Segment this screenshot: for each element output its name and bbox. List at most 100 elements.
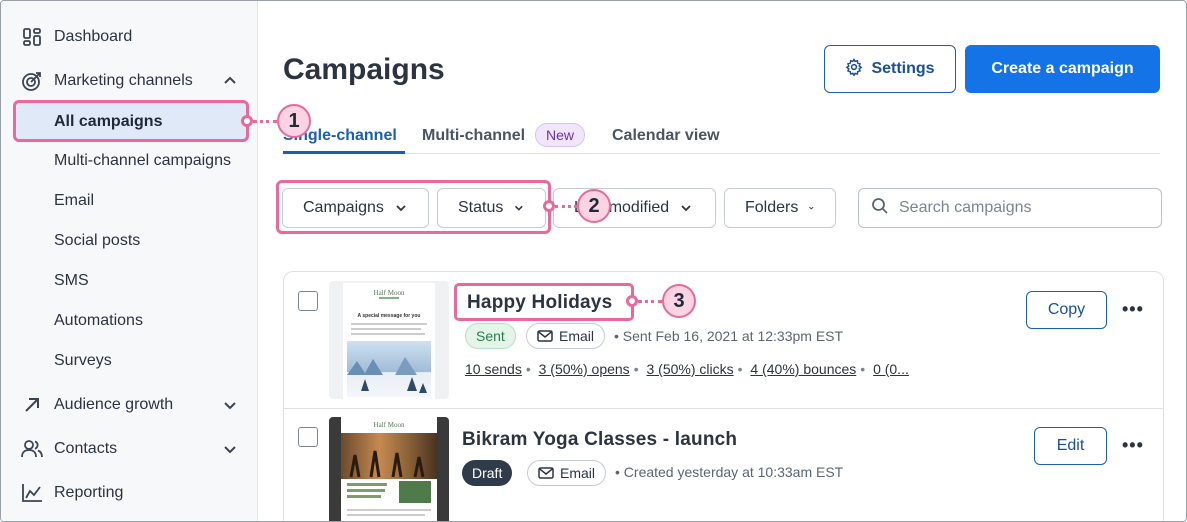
- thumbnail-inset-image: [399, 481, 431, 503]
- sidebar-item-label: Reporting: [54, 484, 124, 501]
- thumbnail-text-line: [347, 489, 385, 492]
- opens-link[interactable]: 3 (50%) opens: [539, 361, 630, 377]
- sidebar-item-multi-channel-campaigns[interactable]: Multi-channel campaigns: [54, 141, 231, 181]
- chevron-down-icon[interactable]: [221, 396, 239, 414]
- campaign-stats: 10 sends • 3 (50%) opens • 3 (50%) clicks •…: [465, 361, 909, 377]
- dashboard-icon: [21, 26, 43, 48]
- chevron-down-icon[interactable]: [221, 440, 239, 458]
- sidebar-item-social-posts[interactable]: Social posts: [54, 221, 140, 261]
- sidebar-item-sms[interactable]: SMS: [54, 261, 89, 301]
- sidebar: Dashboard Marketing channels All campaig…: [1, 1, 258, 521]
- callout-1: 1: [277, 104, 311, 138]
- copy-button[interactable]: Copy: [1026, 291, 1107, 329]
- thumbnail-rule: [379, 297, 399, 299]
- campaign-title[interactable]: Happy Holidays: [467, 292, 612, 314]
- thumbnail-brand: Half Moon: [373, 421, 405, 429]
- callout-connector: [638, 300, 662, 303]
- campaign-meta: • Sent Feb 16, 2021 at 12:33pm EST: [614, 328, 844, 344]
- create-campaign-button[interactable]: Create a campaign: [965, 45, 1160, 93]
- sidebar-item-marketing-channels[interactable]: Marketing channels: [1, 61, 258, 101]
- channel-badge: Email: [526, 323, 606, 349]
- chevron-up-icon[interactable]: [221, 72, 239, 90]
- thumbnail-text-line: [347, 483, 387, 486]
- channel-label: Email: [560, 465, 596, 481]
- sidebar-item-label: Marketing channels: [54, 72, 193, 89]
- stats-separator: •: [633, 361, 639, 377]
- sidebar-item-label: Multi-channel campaigns: [54, 152, 231, 169]
- sidebar-item-label: SMS: [54, 272, 89, 289]
- sidebar-item-dashboard[interactable]: Dashboard: [1, 17, 258, 57]
- callout-anchor: [626, 295, 638, 307]
- sidebar-item-all-campaigns[interactable]: All campaigns: [13, 100, 249, 142]
- campaign-title[interactable]: Bikram Yoga Classes - launch: [462, 429, 737, 451]
- channel-badge: Email: [527, 460, 607, 486]
- row-checkbox[interactable]: [298, 427, 318, 447]
- callout-connector: [555, 205, 577, 208]
- thumbnail-page: Half Moon: [341, 417, 437, 521]
- arrow-up-right-icon: [21, 394, 43, 416]
- more-options-icon[interactable]: •••: [1122, 299, 1144, 320]
- sidebar-item-automations[interactable]: Automations: [54, 301, 143, 341]
- chevron-down-icon: [809, 206, 814, 210]
- stats-separator: •: [525, 361, 531, 377]
- folders-filter[interactable]: Folders: [724, 188, 836, 228]
- filter-label: Folders: [745, 199, 799, 216]
- sidebar-item-contacts[interactable]: Contacts: [1, 429, 258, 469]
- sidebar-item-surveys[interactable]: Surveys: [54, 341, 112, 381]
- thumbnail-text-line: [347, 495, 381, 498]
- thumbnail-text-line: [351, 333, 425, 335]
- row-checkbox[interactable]: [298, 291, 318, 311]
- tab-bar: Single-channel Multi-channel New Calenda…: [283, 121, 1160, 154]
- more-options-icon[interactable]: •••: [1122, 435, 1144, 456]
- thumbnail-page: Half Moon A special message for you: [343, 283, 435, 399]
- thumbnail-text-line: [347, 509, 431, 511]
- more-stats-link[interactable]: 0 (0...: [873, 361, 909, 377]
- search-icon: [871, 197, 889, 220]
- thumbnail-winter-image: [347, 341, 431, 397]
- callout-2: 2: [577, 189, 611, 223]
- sidebar-item-label: Email: [54, 192, 95, 209]
- row-divider: [283, 408, 1164, 409]
- status-badge: Sent: [465, 323, 516, 349]
- thumbnail-text-line: [347, 514, 425, 516]
- page-title: Campaigns: [283, 53, 445, 86]
- thumbnail-text-line: [351, 328, 421, 330]
- target-icon: [21, 70, 43, 92]
- email-thumbnail[interactable]: Half Moon: [329, 417, 449, 521]
- campaign-meta: • Created yesterday at 10:33am EST: [615, 464, 844, 480]
- thumbnail-yoga-image: [341, 433, 437, 479]
- email-thumbnail[interactable]: Half Moon A special message for you: [329, 281, 449, 399]
- callout-3: 3: [662, 284, 696, 318]
- chevron-down-icon: [681, 205, 691, 212]
- search-input[interactable]: [899, 199, 1149, 217]
- settings-button[interactable]: Settings: [824, 45, 956, 93]
- callout-anchor: [543, 200, 555, 212]
- tab-multi-channel[interactable]: Multi-channel: [422, 127, 525, 145]
- email-icon: [537, 330, 553, 342]
- contacts-icon: [21, 438, 43, 460]
- edit-button[interactable]: Edit: [1034, 427, 1107, 465]
- sidebar-item-audience-growth[interactable]: Audience growth: [1, 385, 258, 425]
- search-box[interactable]: [858, 188, 1162, 228]
- sidebar-item-label: Surveys: [54, 352, 112, 369]
- stats-separator: •: [860, 361, 866, 377]
- sidebar-item-reporting[interactable]: Reporting: [1, 473, 258, 513]
- sidebar-item-label: Audience growth: [54, 396, 174, 413]
- thumbnail-heading: A special message for you: [357, 313, 421, 319]
- sidebar-item-label: Social posts: [54, 232, 141, 249]
- bounces-link[interactable]: 4 (40%) bounces: [750, 361, 856, 377]
- active-tab-indicator: [283, 151, 405, 154]
- callout-anchor: [241, 115, 253, 127]
- reporting-icon: [21, 482, 43, 504]
- sends-link[interactable]: 10 sends: [465, 361, 522, 377]
- stats-separator: •: [737, 361, 743, 377]
- clicks-link[interactable]: 3 (50%) clicks: [646, 361, 733, 377]
- thumbnail-text-line: [351, 323, 427, 325]
- thumbnail-brand: Half Moon: [373, 289, 405, 297]
- filter-highlight: [276, 180, 551, 234]
- gear-icon: [845, 57, 863, 81]
- email-icon: [538, 467, 554, 479]
- sidebar-item-email[interactable]: Email: [54, 181, 94, 221]
- settings-label: Settings: [871, 60, 935, 77]
- tab-calendar-view[interactable]: Calendar view: [612, 127, 720, 145]
